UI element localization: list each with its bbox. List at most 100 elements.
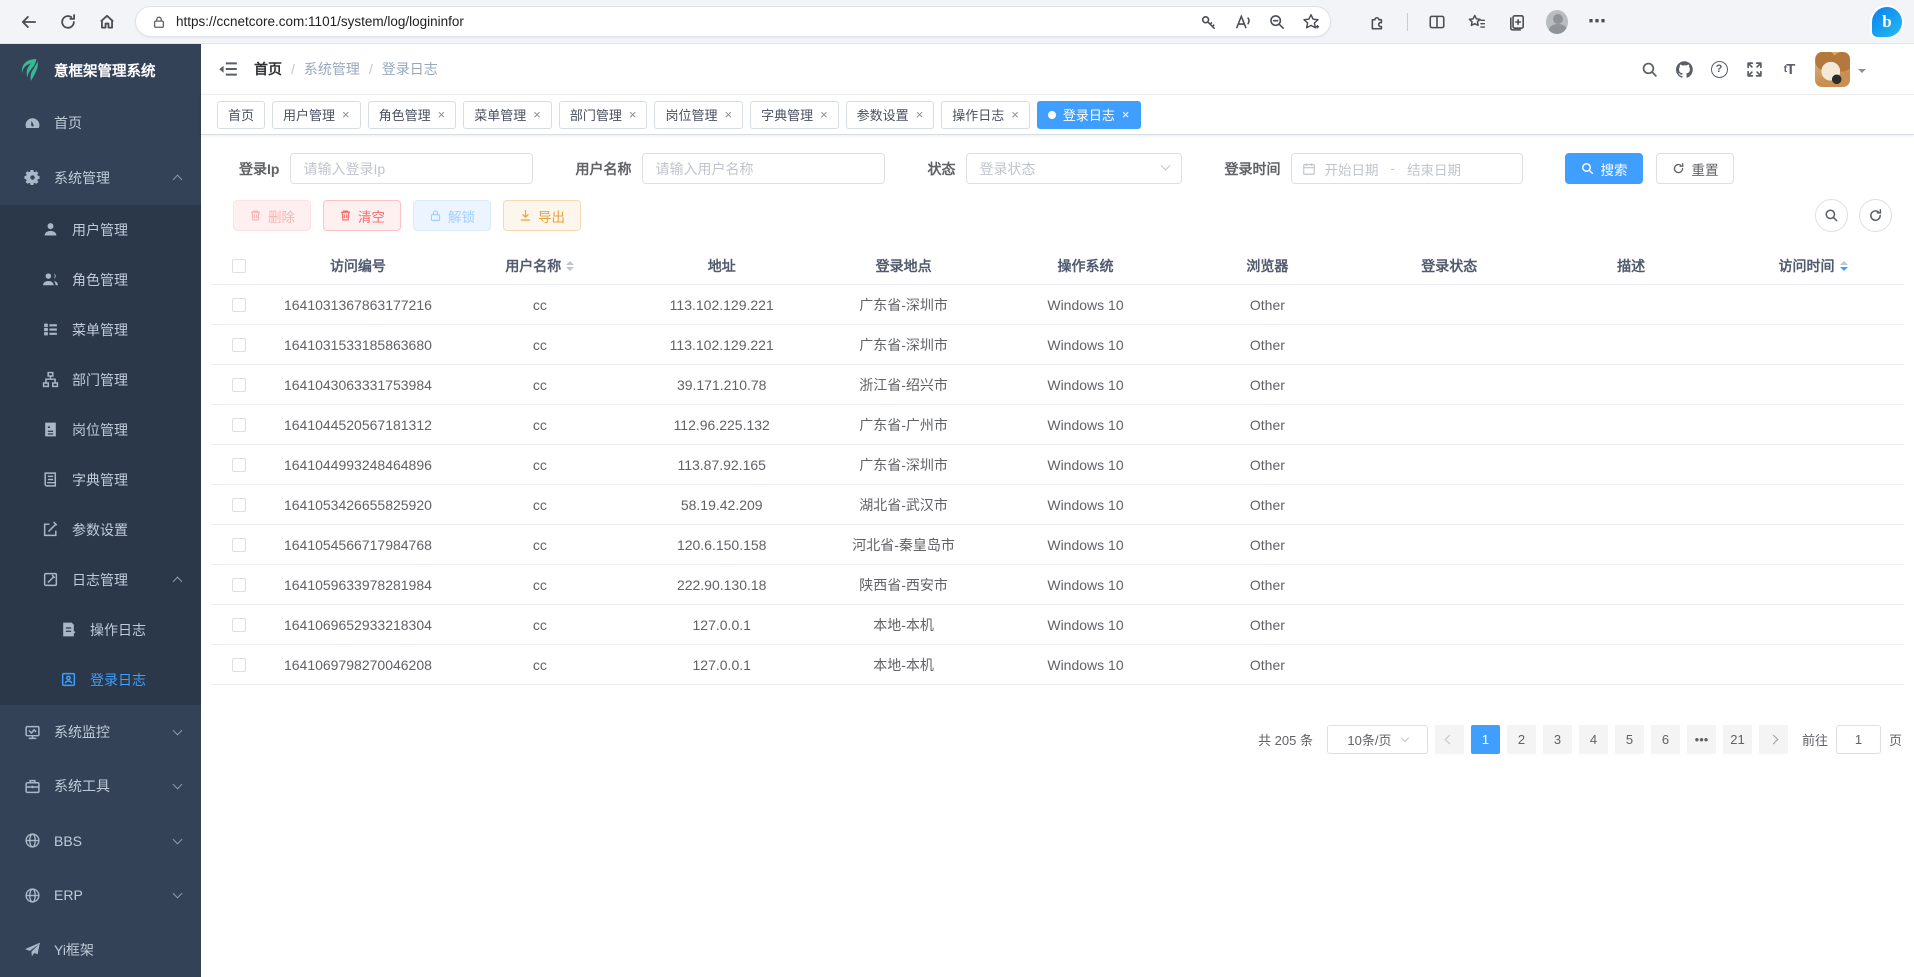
sidebar-item-operation-log[interactable]: 操作日志 — [0, 605, 201, 655]
bing-chat-icon[interactable]: b — [1872, 7, 1902, 37]
sidebar-item-roles[interactable]: 角色管理 — [0, 255, 201, 305]
login-ip-input[interactable] — [290, 153, 533, 184]
row-checkbox[interactable] — [232, 538, 246, 552]
sidebar-item-yi-framework[interactable]: Yi框架 — [0, 923, 201, 977]
tab-operation-log[interactable]: 操作日志× — [941, 101, 1030, 129]
zoom-out-icon[interactable] — [1268, 13, 1286, 31]
row-checkbox[interactable] — [232, 498, 246, 512]
tab-login-log[interactable]: 登录日志× — [1037, 101, 1141, 129]
sidebar-item-bbs[interactable]: BBS — [0, 814, 201, 868]
close-icon[interactable]: × — [1011, 107, 1019, 122]
user-avatar[interactable] — [1815, 52, 1850, 87]
tab-user-management[interactable]: 用户管理× — [272, 101, 361, 129]
tab-menu-management[interactable]: 菜单管理× — [463, 101, 552, 129]
page-button-2[interactable]: 2 — [1507, 725, 1536, 754]
font-size-icon[interactable]: tT — [1779, 59, 1799, 79]
sidebar-item-log-management[interactable]: 日志管理 — [0, 555, 201, 605]
tab-post-management[interactable]: 岗位管理× — [654, 101, 743, 129]
status-select[interactable]: 登录状态 — [966, 153, 1182, 184]
sidebar-item-system[interactable]: 系统管理 — [0, 150, 201, 204]
browser-settings-icon[interactable]: ⋯ — [1586, 11, 1608, 33]
browser-home-icon[interactable] — [96, 11, 118, 33]
sidebar-item-departments[interactable]: 部门管理 — [0, 355, 201, 405]
row-checkbox[interactable] — [232, 458, 246, 472]
page-size-select[interactable]: 10条/页 — [1327, 725, 1428, 754]
sidebar-item-parameters[interactable]: 参数设置 — [0, 505, 201, 555]
prev-page-button[interactable] — [1435, 725, 1464, 754]
browser-refresh-icon[interactable] — [57, 11, 79, 33]
tab-dept-management[interactable]: 部门管理× — [559, 101, 648, 129]
sort-carets-icon[interactable] — [566, 257, 574, 275]
search-icon[interactable] — [1639, 59, 1659, 79]
breadcrumb-home[interactable]: 首页 — [254, 59, 282, 79]
profile-avatar-icon[interactable] — [1546, 11, 1568, 33]
page-button-4[interactable]: 4 — [1579, 725, 1608, 754]
split-screen-icon[interactable] — [1426, 11, 1448, 33]
row-checkbox[interactable] — [232, 658, 246, 672]
close-icon[interactable]: × — [916, 107, 924, 122]
row-checkbox[interactable] — [232, 298, 246, 312]
row-checkbox[interactable] — [232, 378, 246, 392]
tab-role-management[interactable]: 角色管理× — [368, 101, 457, 129]
close-icon[interactable]: × — [629, 107, 637, 122]
sidebar-item-home[interactable]: 首页 — [0, 96, 201, 150]
address-bar[interactable]: https://ccnetcore.com:1101/system/log/lo… — [135, 6, 1331, 37]
favorites-bar-icon[interactable] — [1466, 11, 1488, 33]
avatar-caret-down-icon[interactable] — [1858, 69, 1866, 77]
sidebar-fold-icon[interactable] — [217, 58, 239, 80]
add-favorite-star-icon[interactable] — [1302, 13, 1320, 31]
row-checkbox[interactable] — [232, 578, 246, 592]
help-icon[interactable]: ? — [1709, 59, 1729, 79]
row-checkbox[interactable] — [232, 618, 246, 632]
goto-page-input[interactable] — [1836, 725, 1881, 754]
browser-back-icon[interactable] — [18, 11, 40, 33]
header-user-name[interactable]: 用户名称 — [449, 256, 631, 276]
extensions-icon[interactable] — [1367, 11, 1389, 33]
close-icon[interactable]: × — [1122, 107, 1130, 122]
tab-dict-management[interactable]: 字典管理× — [750, 101, 839, 129]
unlock-button[interactable]: 解锁 — [413, 200, 491, 231]
password-key-icon[interactable] — [1200, 13, 1218, 31]
sidebar-item-dictionary[interactable]: 字典管理 — [0, 455, 201, 505]
row-checkbox[interactable] — [232, 418, 246, 432]
sidebar-item-users[interactable]: 用户管理 — [0, 205, 201, 255]
page-button-6[interactable]: 6 — [1651, 725, 1680, 754]
close-icon[interactable]: × — [533, 107, 541, 122]
sidebar-item-login-log[interactable]: 登录日志 — [0, 655, 201, 705]
page-button-1[interactable]: 1 — [1471, 725, 1500, 754]
url-text[interactable]: https://ccnetcore.com:1101/system/log/lo… — [176, 14, 1184, 29]
close-icon[interactable]: × — [820, 107, 828, 122]
user-name-input[interactable] — [642, 153, 885, 184]
sidebar-item-erp[interactable]: ERP — [0, 868, 201, 922]
sidebar-item-monitor[interactable]: 系统监控 — [0, 705, 201, 759]
toggle-search-icon[interactable] — [1815, 199, 1848, 232]
page-ellipsis[interactable]: ••• — [1687, 725, 1716, 754]
header-visit-time[interactable]: 访问时间 — [1722, 256, 1904, 276]
refresh-table-icon[interactable] — [1859, 199, 1892, 232]
select-all-checkbox[interactable] — [232, 259, 246, 273]
clear-button[interactable]: 清空 — [323, 200, 401, 231]
tab-parameter-settings[interactable]: 参数设置× — [846, 101, 935, 129]
close-icon[interactable]: × — [724, 107, 732, 122]
page-button-21[interactable]: 21 — [1723, 725, 1752, 754]
github-icon[interactable] — [1674, 59, 1694, 79]
export-button[interactable]: 导出 — [503, 200, 581, 231]
delete-button[interactable]: 删除 — [233, 200, 311, 231]
read-aloud-icon[interactable] — [1234, 13, 1252, 31]
sidebar-item-posts[interactable]: 岗位管理 — [0, 405, 201, 455]
fullscreen-icon[interactable] — [1744, 59, 1764, 79]
sidebar-item-menus[interactable]: 菜单管理 — [0, 305, 201, 355]
row-checkbox[interactable] — [232, 338, 246, 352]
page-button-3[interactable]: 3 — [1543, 725, 1572, 754]
reset-button[interactable]: 重置 — [1656, 153, 1734, 184]
sidebar-item-tools[interactable]: 系统工具 — [0, 759, 201, 813]
date-range-picker[interactable]: 开始日期 - 结束日期 — [1291, 153, 1523, 184]
breadcrumb-system[interactable]: 系统管理 — [304, 59, 360, 79]
collections-icon[interactable] — [1506, 11, 1528, 33]
next-page-button[interactable] — [1759, 725, 1788, 754]
page-button-5[interactable]: 5 — [1615, 725, 1644, 754]
tab-home[interactable]: 首页 — [217, 101, 265, 129]
close-icon[interactable]: × — [438, 107, 446, 122]
close-icon[interactable]: × — [342, 107, 350, 122]
sort-carets-icon[interactable] — [1840, 257, 1848, 275]
